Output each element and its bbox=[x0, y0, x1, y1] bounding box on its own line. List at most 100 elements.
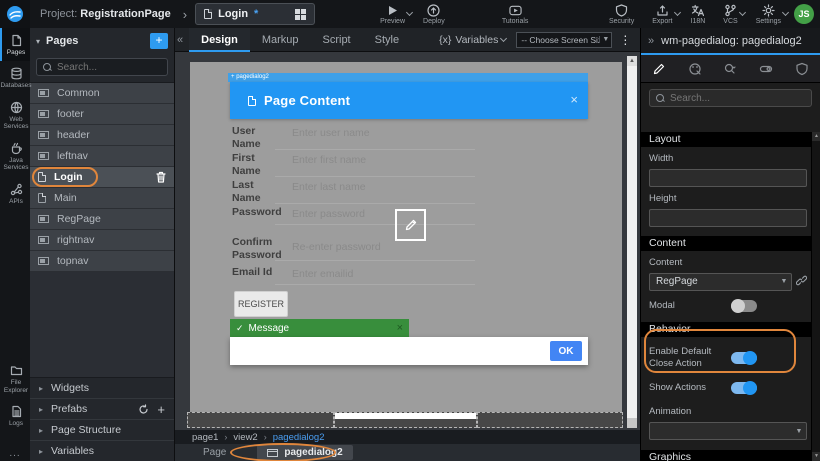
tutorials-button[interactable]: Tutorials bbox=[502, 4, 529, 25]
preview-button[interactable]: Preview bbox=[380, 4, 405, 25]
tab-security[interactable] bbox=[784, 55, 820, 82]
chevron-down-icon[interactable] bbox=[406, 8, 413, 15]
screen-size-select[interactable]: -- Choose Screen Size -- ▼ bbox=[516, 32, 612, 48]
breadcrumb-page1[interactable]: page1 bbox=[192, 432, 218, 443]
add-prefab-button[interactable]: + bbox=[157, 402, 165, 417]
page-footer-cell[interactable] bbox=[187, 412, 334, 428]
add-page-button[interactable]: + bbox=[150, 33, 168, 49]
refresh-icon[interactable] bbox=[138, 404, 149, 415]
height-input[interactable] bbox=[649, 209, 807, 227]
ok-button[interactable]: OK bbox=[550, 341, 582, 361]
content-select[interactable]: RegPage ▼ bbox=[649, 273, 792, 291]
page-footer-cell[interactable] bbox=[477, 412, 623, 428]
section-page-structure[interactable]: ▸Page Structure bbox=[30, 420, 174, 441]
page-item-leftnav[interactable]: leftnav bbox=[30, 146, 174, 167]
tab-script[interactable]: Script bbox=[311, 28, 363, 52]
width-input[interactable] bbox=[649, 169, 807, 187]
rail-item-pages[interactable]: Pages bbox=[0, 28, 30, 61]
rail-item-logs[interactable]: Logs bbox=[0, 399, 30, 432]
widget-selection-bar[interactable]: + pagedialog2 bbox=[228, 73, 588, 82]
pages-panel-header[interactable]: ▾ Pages + bbox=[30, 28, 174, 54]
dialog-header[interactable]: Page Content × bbox=[230, 82, 588, 119]
wavemaker-logo-icon[interactable] bbox=[0, 0, 30, 28]
design-canvas[interactable]: ▲ + pagedialog2 Page Content × User Name… bbox=[175, 52, 640, 430]
tab-device[interactable] bbox=[748, 55, 784, 82]
animation-select[interactable]: ▼ bbox=[649, 422, 807, 440]
security-button[interactable]: Security bbox=[609, 4, 634, 25]
pages-panel: ▾ Pages + Common footer header leftnav L… bbox=[30, 28, 175, 461]
rail-overflow-button[interactable]: ... bbox=[0, 448, 30, 459]
bottom-tab-pagedialog2[interactable]: pagedialog2 bbox=[257, 445, 352, 460]
section-content: Content bbox=[641, 236, 811, 251]
page-item-regpage[interactable]: RegPage bbox=[30, 209, 174, 230]
i18n-button[interactable]: I18N bbox=[691, 4, 706, 25]
rail-item-file-explorer[interactable]: File Explorer bbox=[0, 358, 30, 399]
breadcrumb-separator: › bbox=[224, 432, 227, 442]
deploy-button[interactable]: Deploy bbox=[423, 4, 445, 25]
page-item-login-selected[interactable]: Login bbox=[30, 167, 174, 188]
chevron-down-icon[interactable] bbox=[782, 8, 789, 15]
tab-markup[interactable]: Markup bbox=[250, 28, 311, 52]
tab-properties[interactable] bbox=[641, 55, 677, 82]
scroll-up-icon[interactable]: ▲ bbox=[812, 132, 820, 141]
more-options-button[interactable]: ⋮ bbox=[619, 33, 631, 47]
chevron-down-icon[interactable] bbox=[739, 8, 746, 15]
properties-search[interactable] bbox=[649, 89, 812, 107]
page-item-common[interactable]: Common bbox=[30, 83, 174, 104]
page-item-topnav[interactable]: topnav bbox=[30, 251, 174, 272]
page-footer-cell[interactable] bbox=[334, 412, 477, 428]
breadcrumb-pagedialog2[interactable]: pagedialog2 bbox=[273, 432, 325, 443]
enable-default-close-toggle[interactable] bbox=[731, 352, 757, 364]
chevron-down-icon[interactable] bbox=[673, 8, 680, 15]
page-item-rightnav[interactable]: rightnav bbox=[30, 230, 174, 251]
section-widgets[interactable]: ▸Widgets bbox=[30, 378, 174, 399]
register-button[interactable]: REGISTER bbox=[234, 291, 288, 317]
settings-button[interactable]: Settings bbox=[756, 4, 781, 25]
breadcrumb-view2[interactable]: view2 bbox=[233, 432, 257, 443]
dashboard-grid-icon[interactable] bbox=[295, 9, 306, 20]
email-field[interactable]: Enter emailid bbox=[275, 260, 475, 285]
expand-panel-button[interactable]: » bbox=[648, 35, 654, 47]
pages-search[interactable] bbox=[36, 58, 168, 76]
chevron-right-icon[interactable]: › bbox=[183, 7, 187, 22]
youtube-icon bbox=[509, 4, 522, 17]
tab-events[interactable] bbox=[713, 55, 749, 82]
export-icon bbox=[656, 4, 669, 17]
rail-item-apis[interactable]: APIs bbox=[0, 177, 30, 210]
section-prefabs[interactable]: ▸Prefabs + bbox=[30, 399, 174, 420]
show-actions-toggle[interactable] bbox=[731, 382, 757, 394]
collapse-panel-button[interactable]: « bbox=[177, 34, 183, 46]
pagedialog-widget[interactable]: + pagedialog2 Page Content × User Name E… bbox=[230, 73, 588, 365]
section-variables[interactable]: ▸Variables bbox=[30, 441, 174, 461]
variables-menu[interactable]: {x}Variables bbox=[439, 34, 506, 46]
modal-toggle[interactable] bbox=[731, 300, 757, 312]
page-item-footer[interactable]: footer bbox=[30, 104, 174, 125]
properties-search-input[interactable] bbox=[670, 93, 805, 104]
open-page-tab-login[interactable]: Login * bbox=[195, 3, 315, 25]
rail-item-web-services[interactable]: Web Services bbox=[0, 95, 30, 136]
export-button[interactable]: Export bbox=[652, 4, 672, 25]
tab-styles[interactable] bbox=[677, 55, 713, 82]
delete-page-button[interactable] bbox=[156, 171, 166, 183]
pages-search-input[interactable] bbox=[57, 62, 161, 73]
tab-style[interactable]: Style bbox=[363, 28, 411, 52]
vcs-button[interactable]: VCS bbox=[723, 4, 737, 25]
height-label: Height bbox=[649, 193, 807, 205]
user-avatar[interactable]: JS bbox=[794, 4, 814, 24]
scrollbar-thumb[interactable] bbox=[627, 66, 637, 418]
canvas-vertical-scrollbar[interactable]: ▲ bbox=[627, 56, 637, 428]
dialog-close-button[interactable]: × bbox=[570, 92, 578, 107]
edit-content-button[interactable] bbox=[395, 209, 426, 241]
page-item-main[interactable]: Main bbox=[30, 188, 174, 209]
scroll-down-icon[interactable]: ▼ bbox=[812, 452, 820, 461]
bind-property-icon[interactable] bbox=[796, 275, 807, 289]
rail-item-databases[interactable]: Databases bbox=[0, 61, 30, 94]
message-close-button[interactable]: × bbox=[397, 322, 403, 334]
tab-design[interactable]: Design bbox=[189, 28, 250, 52]
scroll-up-icon[interactable]: ▲ bbox=[627, 56, 637, 66]
properties-scrollbar[interactable]: ▲ ▼ bbox=[811, 132, 820, 461]
password-field[interactable]: Enter password bbox=[275, 200, 475, 225]
confirm-password-field[interactable]: Re-enter password bbox=[275, 227, 475, 261]
page-item-header[interactable]: header bbox=[30, 125, 174, 146]
rail-item-java-services[interactable]: Java Services bbox=[0, 136, 30, 177]
